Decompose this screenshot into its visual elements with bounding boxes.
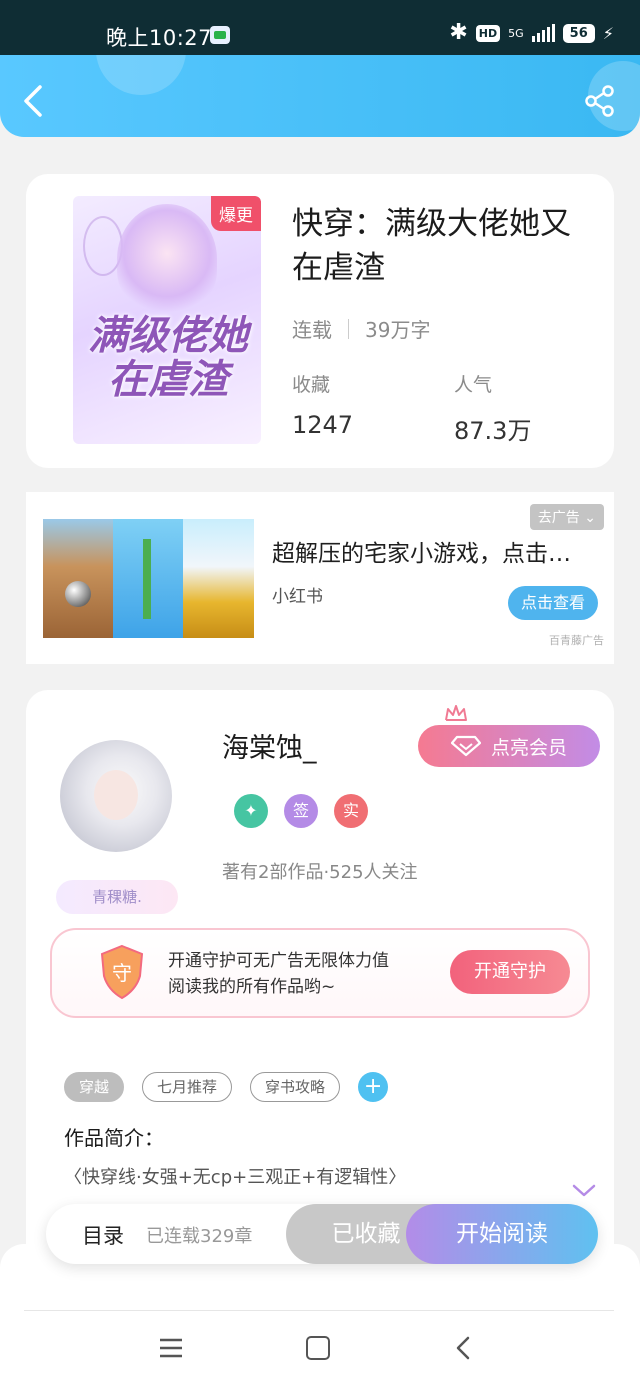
- vip-button[interactable]: 点亮会员: [418, 725, 600, 767]
- toc-button[interactable]: 目录: [82, 1220, 124, 1250]
- book-title: 快穿：满级大佬她又在虐渣: [292, 206, 571, 286]
- ad-title[interactable]: 超解压的宅家小游戏，点击查看: [272, 534, 572, 568]
- network-type: 5G: [508, 26, 524, 40]
- favorites-value: 1247: [292, 411, 354, 439]
- ad-thumbnail[interactable]: [43, 519, 254, 638]
- remove-ad-button[interactable]: 去广告 ⌄: [529, 504, 604, 530]
- popularity-value: 87.3万: [454, 417, 532, 445]
- add-tag-icon[interactable]: +: [358, 1072, 389, 1102]
- tag-item[interactable]: 穿书攻略: [250, 1072, 341, 1102]
- avatar-tag: 青稞糖.: [56, 880, 178, 914]
- bottom-panel: [0, 1244, 640, 1387]
- shield-icon: 守: [100, 944, 144, 1000]
- tag-list: 穿越 七月推荐 穿书攻略 +: [64, 1072, 389, 1102]
- popularity-label: 人气: [454, 374, 493, 396]
- book-meta: 连载 39万字: [292, 314, 430, 343]
- ad-image-panel: [43, 519, 113, 638]
- ad-image-panel: [113, 519, 183, 638]
- hd-badge: HD: [475, 24, 501, 42]
- cover-illustration: [117, 204, 217, 314]
- start-reading-button[interactable]: 开始阅读: [406, 1204, 598, 1264]
- ad-provider: 百青藤广告: [549, 634, 604, 647]
- open-guard-button[interactable]: 开通守护: [450, 950, 570, 994]
- menu-icon[interactable]: [158, 1336, 184, 1360]
- share-icon[interactable]: [584, 85, 616, 117]
- guard-text: 开通守护可无广告无限体力值 阅读我的所有作品哟~: [168, 948, 389, 1000]
- popularity-stat: 人气 87.3万: [454, 370, 531, 446]
- back-arrow-icon[interactable]: [20, 83, 50, 119]
- intro-label: 作品简介：: [64, 1126, 164, 1150]
- bluetooth-icon: ✱: [449, 20, 468, 45]
- chevron-down-icon[interactable]: [572, 1184, 596, 1198]
- guard-icon-text: 守: [112, 961, 132, 985]
- book-info-card: 满级佬她在虐渣 爆更 快穿：满级大佬她又在虐渣 连载 39万字 收藏 1247 …: [26, 174, 614, 468]
- ad-card[interactable]: 超解压的宅家小游戏，点击查看 小红书 去广告 ⌄ 点击查看 百青藤广告: [26, 492, 614, 664]
- word-count: 39万字: [365, 318, 431, 342]
- read-action-bar: 目录 已连载329章 已收藏 开始阅读: [46, 1204, 598, 1264]
- carrier-icon: [210, 26, 230, 44]
- signal-icon: [531, 24, 555, 42]
- tag-item[interactable]: 穿越: [64, 1072, 125, 1102]
- nav-divider: [24, 1310, 614, 1311]
- status-time: 晚上10:27: [106, 26, 213, 50]
- author-stats: 著有2部作品·525人关注: [222, 862, 418, 883]
- header-decoration: [96, 55, 186, 95]
- hot-badge: 爆更: [211, 196, 261, 231]
- intro-text: 〈快穿线·女强+无cp+三观正+有逻辑性〉: [64, 1167, 407, 1188]
- tag-item[interactable]: 七月推荐: [142, 1072, 233, 1102]
- header-bar: [0, 55, 640, 137]
- crown-icon: [445, 705, 467, 721]
- verified-badge[interactable]: 实: [334, 794, 368, 828]
- cover-title-art: 满级佬她在虐渣: [88, 312, 248, 403]
- nav-back-icon[interactable]: [454, 1334, 474, 1362]
- status-indicators: ✱ HD 5G 56 ⚡: [449, 22, 614, 44]
- guard-line-2: 阅读我的所有作品哟~: [168, 977, 336, 997]
- diamond-icon: [450, 735, 481, 757]
- serial-status: 连载: [292, 318, 332, 342]
- status-bar: 晚上10:27 ✱ HD 5G 56 ⚡: [0, 0, 640, 55]
- guard-line-1: 开通守护可无广告无限体力值: [168, 951, 389, 971]
- battery-icon: 56: [562, 23, 595, 43]
- home-icon[interactable]: [306, 1336, 330, 1360]
- author-name[interactable]: 海棠蚀_: [222, 726, 317, 765]
- ad-source: 小红书: [272, 587, 323, 607]
- signed-badge[interactable]: 签: [284, 794, 318, 828]
- vip-button-label: 点亮会员: [490, 736, 567, 759]
- book-cover[interactable]: 满级佬她在虐渣 爆更: [73, 196, 261, 444]
- favorites-label: 收藏: [292, 374, 331, 396]
- avatar[interactable]: [60, 740, 172, 852]
- ad-image-panel: [183, 519, 254, 638]
- favorites-stat: 收藏 1247: [292, 370, 353, 439]
- meta-divider: [348, 318, 349, 339]
- author-badges: ✦ 签 实: [234, 794, 368, 828]
- ad-view-button[interactable]: 点击查看: [508, 586, 598, 620]
- chapter-count[interactable]: 已连载329章: [146, 1222, 252, 1248]
- author-card: 青稞糖. 海棠蚀_ 点亮会员 ✦ 签 实 著有2部作品·525人关注 守 开通守…: [26, 690, 614, 1290]
- charging-icon: ⚡: [602, 23, 614, 43]
- guard-banner: 守 开通守护可无广告无限体力值 阅读我的所有作品哟~ 开通守护: [50, 928, 590, 1018]
- handshake-badge-icon[interactable]: ✦: [234, 794, 268, 828]
